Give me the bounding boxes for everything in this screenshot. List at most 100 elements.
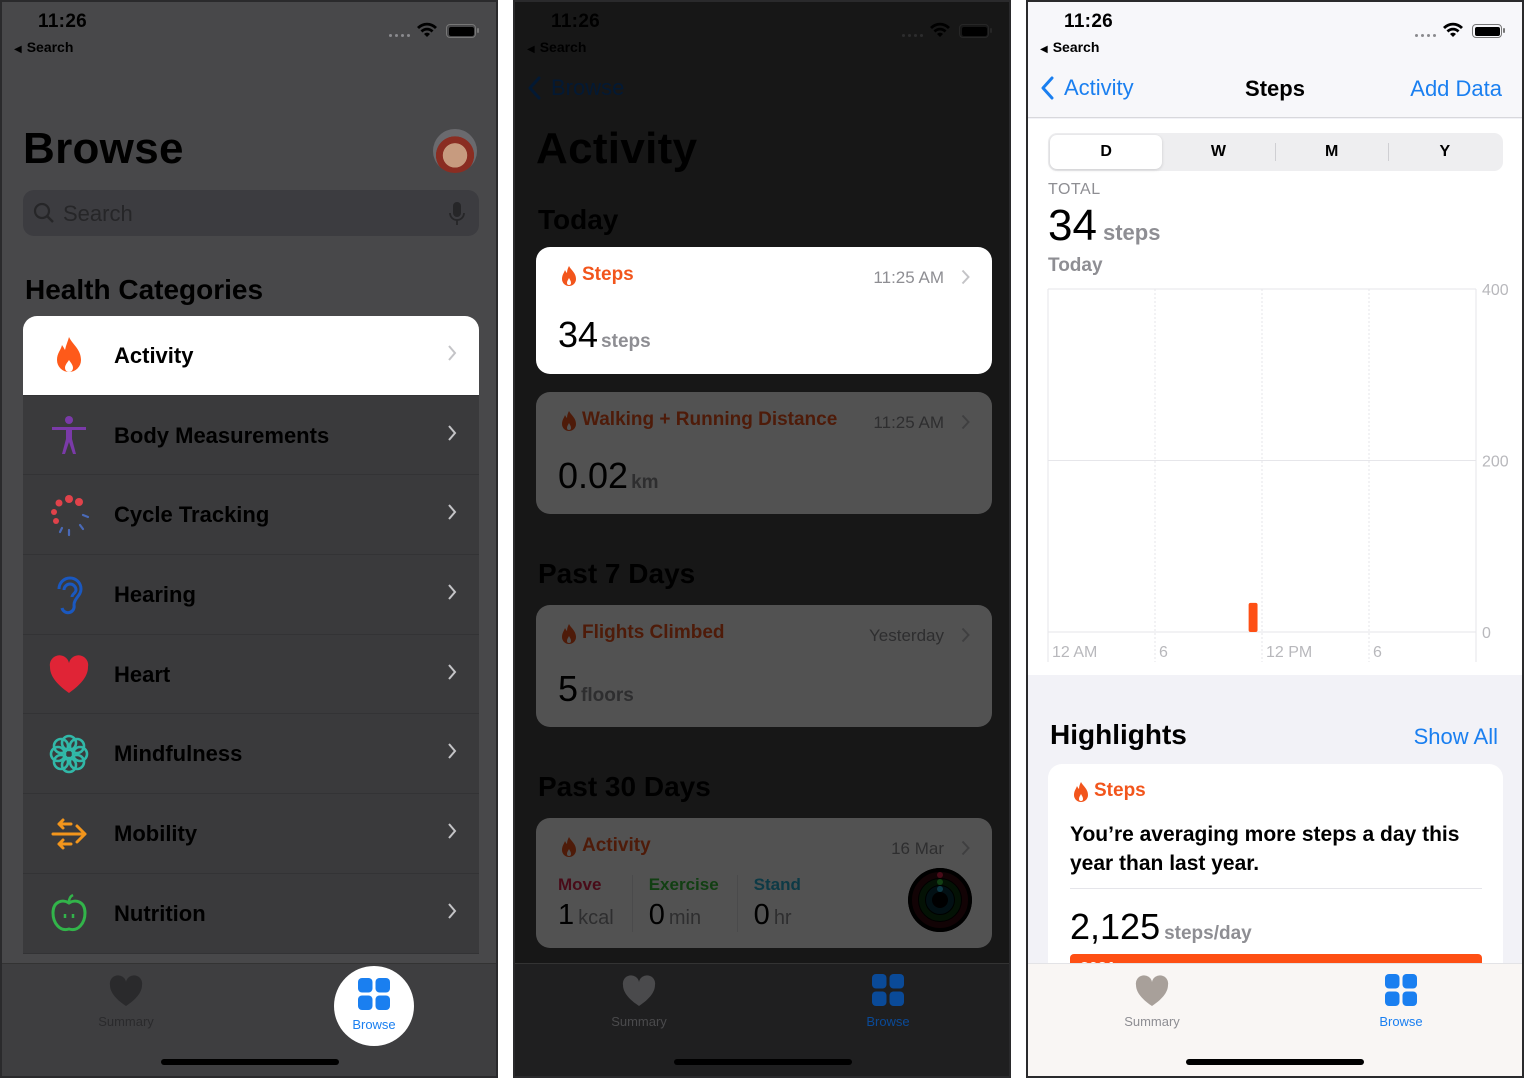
profile-avatar[interactable] <box>433 129 477 173</box>
home-indicator <box>1186 1059 1364 1065</box>
status-back-label: Search <box>1052 39 1100 55</box>
search-input[interactable]: Search <box>23 190 479 236</box>
total-value: 34 steps <box>1048 201 1161 250</box>
chevron-left-icon <box>528 76 541 100</box>
segment-week[interactable]: W <box>1162 135 1274 169</box>
grid-icon <box>358 978 390 1010</box>
x-tick-label: 6 <box>1373 644 1382 661</box>
tab-browse[interactable]: Browse <box>334 966 414 1046</box>
flame-icon <box>1074 782 1088 802</box>
exercise-stat: Exercise 0 min <box>649 875 738 932</box>
heart-icon <box>622 975 656 1006</box>
distance-card[interactable]: Walking + Running Distance 11:25 AM 0.02… <box>536 392 992 514</box>
activity-rings-card[interactable]: Activity 16 Mar Move 1 kcal Exercise 0 min… <box>536 818 992 948</box>
heart-icon <box>1135 975 1169 1006</box>
battery-icon <box>1472 24 1505 38</box>
category-cycle-tracking[interactable]: Cycle Tracking <box>23 475 479 556</box>
tab-label: Browse <box>1379 1014 1423 1029</box>
heart-icon <box>49 655 89 693</box>
chevron-right-icon <box>448 743 457 760</box>
date-label: Today <box>1048 255 1103 276</box>
chevron-right-icon <box>448 903 457 919</box>
section-title-past-30-days: Past 30 Days <box>538 771 711 802</box>
status-back-label: Search <box>539 39 587 55</box>
category-label: Cycle Tracking <box>114 502 270 528</box>
cellular-icon <box>1415 34 1436 37</box>
status-back-label: Search <box>26 39 74 55</box>
show-all-button[interactable]: Show All <box>1414 724 1498 750</box>
tab-browse[interactable]: Browse <box>828 974 948 1029</box>
divider <box>1070 888 1482 889</box>
add-data-button[interactable]: Add Data <box>1410 76 1502 102</box>
card-title: Steps <box>1094 780 1146 801</box>
highlights-title: Highlights <box>1050 719 1187 750</box>
segment-year[interactable]: Y <box>1389 135 1501 169</box>
category-heart[interactable]: Heart <box>23 634 479 715</box>
tab-bar: Summary Browse <box>1028 963 1522 1076</box>
average-value: 2,125 steps/day <box>1070 906 1252 947</box>
tab-label: Browse <box>352 1017 396 1032</box>
category-mobility[interactable]: Mobility <box>23 794 479 874</box>
y-tick-label: 0 <box>1482 625 1491 642</box>
steps-screen: Activity Steps Add Data 11:26 ◀ Search D … <box>1026 0 1524 1078</box>
tab-summary[interactable]: Summary <box>66 974 186 1029</box>
tab-label: Summary <box>611 1014 667 1029</box>
status-back-link[interactable]: ◀ Search <box>527 39 586 55</box>
page-title: Browse <box>23 124 184 173</box>
status-back-link[interactable]: ◀ Search <box>1040 39 1099 55</box>
status-time: 11:26 <box>551 11 601 32</box>
flights-card[interactable]: Flights Climbed Yesterday 5 floors <box>536 605 992 727</box>
back-triangle-icon: ◀ <box>14 44 22 55</box>
activity-rings-icon <box>908 868 972 932</box>
card-title: Steps <box>582 264 634 285</box>
category-label: Nutrition <box>114 900 206 926</box>
stand-stat: Stand 0 hr <box>753 875 801 931</box>
card-time: 11:25 AM <box>873 413 944 432</box>
category-nutrition[interactable]: Nutrition <box>23 873 479 954</box>
tab-summary[interactable]: Summary <box>1092 974 1212 1029</box>
card-time: 11:25 AM <box>873 268 944 287</box>
grid-icon <box>872 974 904 1006</box>
section-title-today: Today <box>538 204 619 235</box>
category-label: Mobility <box>114 821 198 847</box>
ear-icon <box>57 576 83 615</box>
segment-day[interactable]: D <box>1050 135 1163 169</box>
category-label: Activity <box>114 343 194 368</box>
arrows-icon <box>51 818 87 850</box>
x-tick-label: 6 <box>1159 644 1168 661</box>
chevron-right-icon <box>448 584 457 600</box>
total-label: TOTAL <box>1048 181 1101 198</box>
category-mindfulness[interactable]: Mindfulness <box>23 714 479 795</box>
section-title-past-7-days: Past 7 Days <box>538 558 696 589</box>
tab-summary[interactable]: Summary <box>579 974 699 1029</box>
wifi-icon <box>417 22 437 37</box>
back-label: Browse <box>551 75 625 100</box>
y-tick-label: 200 <box>1482 454 1509 471</box>
card-value: 34 steps <box>558 314 651 355</box>
category-hearing[interactable]: Hearing <box>23 555 479 635</box>
status-time: 11:26 <box>38 11 88 32</box>
flame-icon <box>57 337 81 372</box>
back-button[interactable]: Browse <box>527 75 624 101</box>
microphone-icon[interactable] <box>449 201 465 227</box>
section-title: Health Categories <box>25 274 264 305</box>
steps-chart[interactable]: 0 200 400 12 AM 6 12 PM 6 <box>1028 279 1524 669</box>
highlight-card[interactable]: Steps You’re averaging more steps a day … <box>1048 764 1503 994</box>
flame-icon <box>562 624 576 644</box>
page-title: Activity <box>536 124 698 173</box>
category-body-measurements[interactable]: Body Measurements <box>23 395 479 476</box>
card-value: 5 floors <box>558 668 634 709</box>
status-back-link[interactable]: ◀ Search <box>14 39 73 55</box>
segment-month[interactable]: M <box>1276 135 1388 169</box>
search-icon <box>33 202 54 223</box>
card-value: 0.02 km <box>558 455 659 496</box>
category-activity[interactable]: Activity <box>23 316 479 396</box>
wifi-icon <box>1443 22 1463 37</box>
heart-icon <box>109 975 143 1006</box>
chevron-right-icon <box>448 664 457 680</box>
tab-label: Summary <box>98 1014 154 1029</box>
highlight-text: You’re averaging more steps a day this y… <box>1070 823 1460 875</box>
steps-card[interactable]: Steps 11:25 AM 34 steps <box>536 247 992 374</box>
tab-browse[interactable]: Browse <box>1341 974 1461 1029</box>
search-placeholder: Search <box>63 201 133 226</box>
